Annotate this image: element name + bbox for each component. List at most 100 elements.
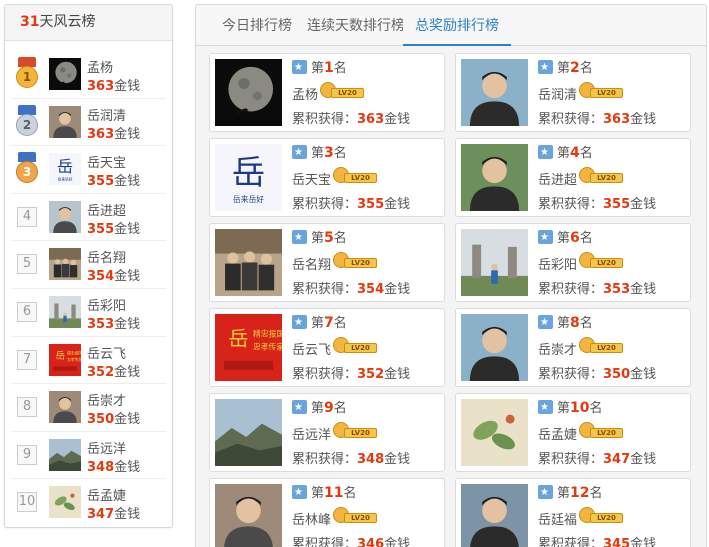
user-name[interactable]: 岳林峰	[292, 509, 331, 528]
user-avatar[interactable]: 岳精忠报国 忠孝传家	[49, 343, 81, 376]
coin-unit: 金钱	[114, 459, 141, 475]
user-name[interactable]: 岳润清	[87, 105, 126, 124]
coin-unit: 金钱	[114, 507, 141, 523]
coin-amount: 354	[357, 282, 385, 297]
tab-today-ranking[interactable]: 今日排行榜	[222, 5, 292, 46]
ranking-main-panel: 今日排行榜 连续天数排行榜 总奖励排行榜 第1名孟杨LV20累积获得：363金钱…	[195, 4, 707, 547]
user-name[interactable]: 岳润清	[538, 84, 577, 103]
sidebar-rank-item[interactable]: 7 岳精忠报国 忠孝传家 岳云飞 352金钱	[11, 337, 166, 385]
user-name[interactable]: 岳远洋	[87, 438, 126, 457]
rank-number: 6	[17, 301, 37, 322]
sidebar-rank-item[interactable]: 4 岳进超 355金钱	[11, 194, 166, 242]
rank-number: 3	[16, 161, 38, 184]
tab-consecutive-days-ranking[interactable]: 连续天数排行榜	[307, 5, 405, 46]
user-avatar[interactable]	[461, 484, 528, 547]
header-title: 天风云榜	[39, 14, 96, 30]
coin-unit: 金钱	[630, 537, 657, 547]
rank-number: 9	[324, 400, 334, 416]
sidebar-rank-item[interactable]: 6 岳彩阳 353金钱	[11, 289, 166, 337]
user-avatar[interactable]	[461, 314, 528, 381]
user-avatar[interactable]	[49, 438, 81, 471]
sidebar-rank-item[interactable]: 1 孟杨 363金钱	[11, 51, 166, 99]
coin-total: 355金钱	[87, 170, 140, 189]
user-avatar[interactable]	[461, 59, 528, 126]
user-avatar[interactable]	[49, 391, 81, 424]
user-avatar[interactable]	[49, 248, 81, 281]
total-label: 累积获得：	[292, 282, 358, 297]
coin-unit: 金钱	[114, 79, 141, 94]
tab-total-reward-ranking[interactable]: 总奖励排行榜	[403, 5, 511, 46]
user-name[interactable]: 岳彩阳	[87, 295, 126, 314]
ranking-card: 第9名岳远洋 LV20 累积获得：348金钱	[209, 393, 445, 472]
user-avatar[interactable]	[461, 399, 528, 466]
user-name[interactable]: 岳远洋	[292, 424, 331, 443]
user-name[interactable]: 岳天宝	[87, 152, 126, 171]
coin-unit: 金钱	[114, 364, 141, 380]
user-name[interactable]: 岳孟婕	[87, 485, 126, 504]
user-avatar[interactable]	[215, 484, 282, 547]
user-avatar[interactable]	[461, 229, 528, 296]
ranking-card: 第12名岳廷福 LV20 累积获得：345金钱	[455, 478, 691, 547]
user-avatar[interactable]: 岳岳来岳好	[215, 144, 282, 211]
user-name[interactable]: 岳崇才	[538, 339, 577, 358]
level-label: LV20	[590, 343, 623, 353]
rank-flag-icon	[292, 229, 307, 247]
user-name[interactable]: 岳名翔	[87, 247, 126, 266]
user-name[interactable]: 岳崇才	[87, 390, 126, 409]
user-avatar[interactable]	[49, 200, 81, 233]
user-name[interactable]: 孟杨	[292, 84, 318, 103]
total-label: 累积获得：	[292, 197, 358, 212]
ranking-card: 第10名岳孟婕 LV20 累积获得：347金钱	[455, 393, 691, 472]
ranking-card: 第1名孟杨 LV20 累积获得：363金钱	[209, 53, 445, 132]
rank-prefix: 第	[311, 146, 325, 161]
sidebar-rank-item[interactable]: 3 岳岳来岳好 岳天宝 355金钱	[11, 146, 166, 194]
rank-suffix: 名	[333, 316, 347, 331]
user-name[interactable]: 孟杨	[87, 57, 113, 76]
user-avatar[interactable]	[215, 229, 282, 296]
user-avatar[interactable]	[49, 295, 81, 328]
rank-number: 7	[324, 315, 334, 331]
user-avatar[interactable]: 岳岳来岳好	[49, 153, 81, 186]
user-avatar[interactable]: 岳精忠报国 忠孝传家	[215, 314, 282, 381]
user-name[interactable]: 岳进超	[538, 169, 577, 188]
coin-amount: 354	[87, 269, 115, 285]
sidebar-rank-item[interactable]: 2 岳润清 363金钱	[11, 99, 166, 147]
card-total: 累积获得：346金钱	[292, 533, 410, 547]
sidebar-rank-item[interactable]: 5 岳名翔 354金钱	[11, 241, 166, 289]
user-name[interactable]: 岳进超	[87, 200, 126, 219]
user-name[interactable]: 岳廷福	[538, 509, 577, 528]
user-name[interactable]: 岳云飞	[87, 343, 126, 362]
rank-flag-icon	[538, 229, 553, 247]
rank-number: 5	[17, 254, 37, 275]
card-rank: 第10名	[538, 399, 603, 418]
level-label: LV20	[590, 428, 623, 438]
card-total: 累积获得：350金钱	[538, 363, 656, 382]
level-badge-icon: LV20	[320, 82, 366, 98]
rank-prefix: 第	[311, 61, 325, 76]
user-avatar[interactable]	[215, 399, 282, 466]
user-name[interactable]: 岳孟婕	[538, 424, 577, 443]
coin-amount: 345	[603, 537, 631, 547]
user-avatar[interactable]	[49, 486, 81, 519]
user-avatar[interactable]	[49, 58, 81, 90]
user-name[interactable]: 岳云飞	[292, 339, 331, 358]
user-name[interactable]: 岳彩阳	[538, 254, 577, 273]
coin-unit: 金钱	[384, 452, 411, 467]
sidebar-rank-item[interactable]: 10 岳孟婕 347金钱	[11, 479, 166, 527]
sidebar-rank-item[interactable]: 8 岳崇才 350金钱	[11, 384, 166, 432]
user-avatar[interactable]	[215, 59, 282, 126]
card-rank: 第11名	[292, 484, 357, 503]
level-label: LV20	[331, 88, 364, 98]
user-name[interactable]: 岳天宝	[292, 169, 331, 188]
rank-number: 6	[570, 230, 580, 246]
svg-text:岳来岳好: 岳来岳好	[233, 194, 264, 204]
user-avatar[interactable]	[461, 144, 528, 211]
card-total: 累积获得：348金钱	[292, 448, 410, 467]
ranking-card: 第8名岳崇才 LV20 累积获得：350金钱	[455, 308, 691, 387]
sidebar-rank-item[interactable]: 9 岳远洋 348金钱	[11, 432, 166, 480]
user-avatar[interactable]	[49, 105, 81, 138]
user-name[interactable]: 岳名翔	[292, 254, 331, 273]
rank-number: 4	[570, 145, 580, 161]
coin-unit: 金钱	[630, 282, 657, 297]
rank-number: 5	[324, 230, 334, 246]
